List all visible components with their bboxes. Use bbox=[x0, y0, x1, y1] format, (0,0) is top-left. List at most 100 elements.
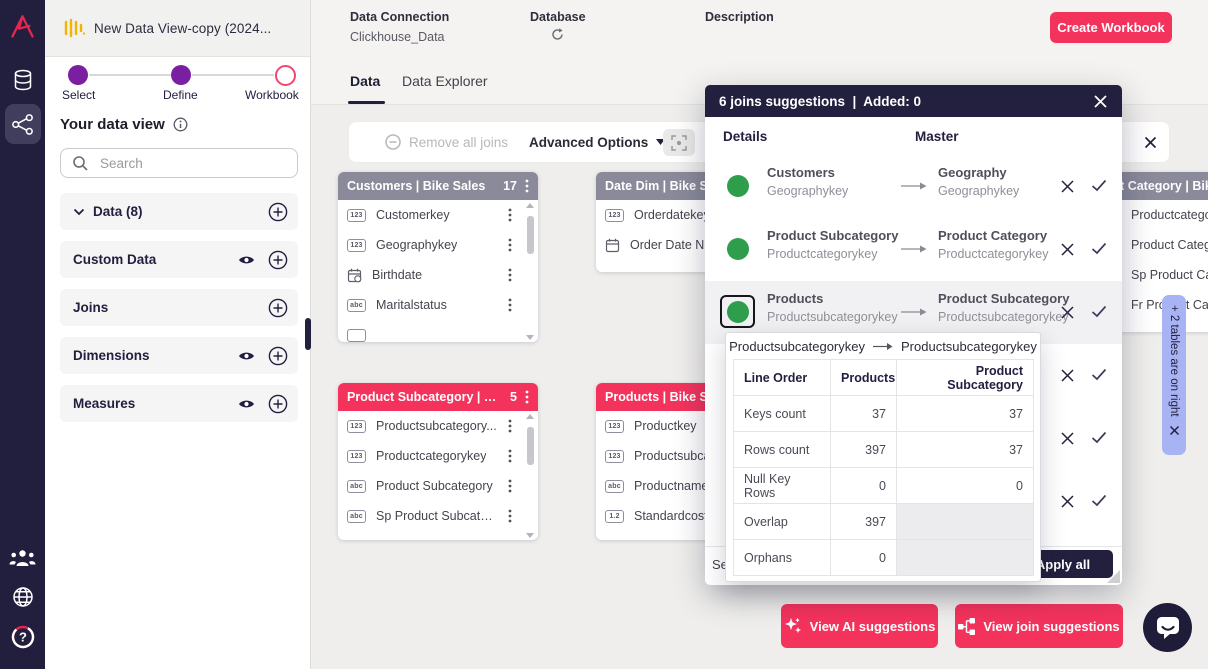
chevron-down-icon[interactable] bbox=[73, 208, 85, 216]
join-suggestion-row[interactable]: Product Subcategory Productcategorykey P… bbox=[705, 218, 1122, 281]
field-row[interactable]: 123 Customerkey bbox=[338, 200, 538, 230]
group-measures[interactable]: Measures bbox=[60, 385, 298, 422]
card-scrollbar[interactable] bbox=[524, 203, 536, 340]
fit-view-button[interactable] bbox=[663, 129, 695, 156]
add-icon[interactable] bbox=[268, 298, 288, 318]
kebab-menu-icon[interactable] bbox=[525, 390, 529, 404]
kebab-menu-icon[interactable] bbox=[508, 449, 512, 463]
field-row[interactable]: abc Maritalstatus bbox=[338, 290, 538, 320]
kebab-menu-icon[interactable] bbox=[508, 298, 512, 312]
reject-join-button[interactable] bbox=[1060, 431, 1075, 446]
chat-support-button[interactable] bbox=[1143, 603, 1192, 652]
scroll-down-icon[interactable] bbox=[526, 335, 534, 340]
modal-header[interactable]: 6 joins suggestions | Added: 0 bbox=[705, 85, 1122, 117]
kebab-menu-icon[interactable] bbox=[508, 509, 512, 523]
group-dimensions[interactable]: Dimensions bbox=[60, 337, 298, 374]
table-card-customers[interactable]: Customers | Bike Sales 17 123 Customerke… bbox=[338, 172, 538, 342]
advanced-options-dropdown[interactable]: Advanced Options bbox=[529, 122, 665, 162]
datasets-nav-icon[interactable] bbox=[0, 68, 45, 92]
brand-logo[interactable] bbox=[0, 10, 45, 41]
scroll-thumb[interactable] bbox=[527, 427, 534, 465]
tables-on-right-tab[interactable]: + 2 tables are on right bbox=[1162, 295, 1186, 455]
field-row[interactable]: 123 Geographykey bbox=[338, 230, 538, 260]
step-define-dot[interactable] bbox=[171, 65, 191, 85]
remove-all-joins-button[interactable]: Remove all joins bbox=[385, 122, 508, 162]
reject-join-button[interactable] bbox=[1060, 179, 1075, 194]
field-row[interactable]: abc Product Subcategory bbox=[338, 471, 538, 501]
eye-icon[interactable] bbox=[238, 254, 255, 266]
scroll-up-icon[interactable] bbox=[526, 414, 534, 419]
app-navigation-rail: ? bbox=[0, 0, 45, 669]
refresh-icon[interactable] bbox=[551, 28, 564, 41]
panel-scroll-indicator[interactable] bbox=[305, 318, 311, 350]
table-card-header[interactable]: Customers | Bike Sales 17 bbox=[338, 172, 538, 200]
field-row[interactable]: abc Sp Product Subcateg... bbox=[338, 501, 538, 531]
accept-join-button[interactable] bbox=[1091, 305, 1107, 320]
create-workbook-button[interactable]: Create Workbook bbox=[1050, 12, 1172, 43]
add-icon[interactable] bbox=[268, 346, 288, 366]
step-workbook-dot[interactable] bbox=[275, 65, 296, 86]
scroll-up-icon[interactable] bbox=[526, 203, 534, 208]
tab-data-explorer[interactable]: Data Explorer bbox=[402, 73, 488, 89]
table-row: Keys count 37 37 bbox=[734, 396, 1034, 432]
table-card-product-subcategory[interactable]: Product Subcategory | Bik... 5 123 Produ… bbox=[338, 383, 538, 540]
group-data[interactable]: Data (8) bbox=[60, 193, 298, 230]
kebab-menu-icon[interactable] bbox=[508, 268, 512, 282]
view-ai-suggestions-button[interactable]: View AI suggestions bbox=[781, 604, 938, 648]
group-joins[interactable]: Joins bbox=[60, 289, 298, 326]
scroll-thumb[interactable] bbox=[527, 216, 534, 254]
info-icon[interactable] bbox=[173, 117, 188, 132]
close-join-mode-button[interactable] bbox=[1135, 129, 1165, 156]
globe-nav-icon[interactable] bbox=[0, 585, 45, 609]
detail-key-name: Productcategorykey bbox=[767, 247, 877, 261]
resize-handle[interactable] bbox=[1107, 570, 1120, 583]
stat-right: 0 bbox=[897, 468, 1034, 504]
eye-icon[interactable] bbox=[238, 398, 255, 410]
field-row-partial[interactable] bbox=[338, 320, 538, 342]
field-row-partial[interactable] bbox=[338, 531, 538, 540]
kebab-menu-icon[interactable] bbox=[508, 238, 512, 252]
stat-left: 397 bbox=[831, 432, 897, 468]
field-row[interactable]: Birthdate bbox=[338, 260, 538, 290]
master-key-name: Productcategorykey bbox=[938, 247, 1048, 261]
reject-join-button[interactable] bbox=[1060, 494, 1075, 509]
step-select-dot[interactable] bbox=[68, 65, 88, 85]
kebab-menu-icon[interactable] bbox=[508, 419, 512, 433]
scroll-down-icon[interactable] bbox=[526, 533, 534, 538]
view-join-suggestions-button[interactable]: View join suggestions bbox=[955, 604, 1123, 648]
field-row[interactable]: 123 Productsubcategory... bbox=[338, 411, 538, 441]
stat-label: Orphans bbox=[734, 540, 831, 576]
reject-join-button[interactable] bbox=[1060, 305, 1075, 320]
add-icon[interactable] bbox=[268, 250, 288, 270]
accept-join-button[interactable] bbox=[1091, 431, 1107, 446]
close-icon[interactable] bbox=[1169, 425, 1180, 436]
add-icon[interactable] bbox=[268, 394, 288, 414]
add-icon[interactable] bbox=[268, 202, 288, 222]
kebab-menu-icon[interactable] bbox=[525, 179, 529, 193]
accept-join-button[interactable] bbox=[1091, 242, 1107, 257]
accept-join-button[interactable] bbox=[1091, 179, 1107, 194]
tab-data[interactable]: Data bbox=[350, 73, 380, 89]
kebab-menu-icon[interactable] bbox=[508, 208, 512, 222]
search-input[interactable] bbox=[98, 155, 272, 172]
accept-join-button[interactable] bbox=[1091, 368, 1107, 383]
panel-search[interactable] bbox=[60, 148, 298, 178]
data-view-panel: New Data View-copy (2024... Select Defin… bbox=[45, 0, 311, 669]
kebab-menu-icon[interactable] bbox=[508, 479, 512, 493]
reject-join-button[interactable] bbox=[1060, 242, 1075, 257]
team-nav-icon[interactable] bbox=[0, 548, 45, 567]
panel-header[interactable]: New Data View-copy (2024... bbox=[45, 0, 310, 57]
table-card-header[interactable]: Product Subcategory | Bik... 5 bbox=[338, 383, 538, 411]
field-name: Productcategorykey bbox=[1131, 208, 1208, 222]
join-suggestion-row[interactable]: Customers Geographykey Geography Geograp… bbox=[705, 155, 1122, 218]
field-row[interactable]: 123 Productcategorykey bbox=[338, 441, 538, 471]
group-custom-data[interactable]: Custom Data bbox=[60, 241, 298, 278]
master-key-name: Productsubcategorykey bbox=[938, 310, 1069, 324]
accept-join-button[interactable] bbox=[1091, 494, 1107, 509]
eye-icon[interactable] bbox=[238, 350, 255, 362]
close-modal-button[interactable] bbox=[1093, 94, 1108, 109]
help-nav-icon[interactable]: ? bbox=[0, 624, 45, 650]
card-scrollbar[interactable] bbox=[524, 414, 536, 538]
reject-join-button[interactable] bbox=[1060, 368, 1075, 383]
data-model-nav-icon[interactable] bbox=[0, 113, 45, 136]
